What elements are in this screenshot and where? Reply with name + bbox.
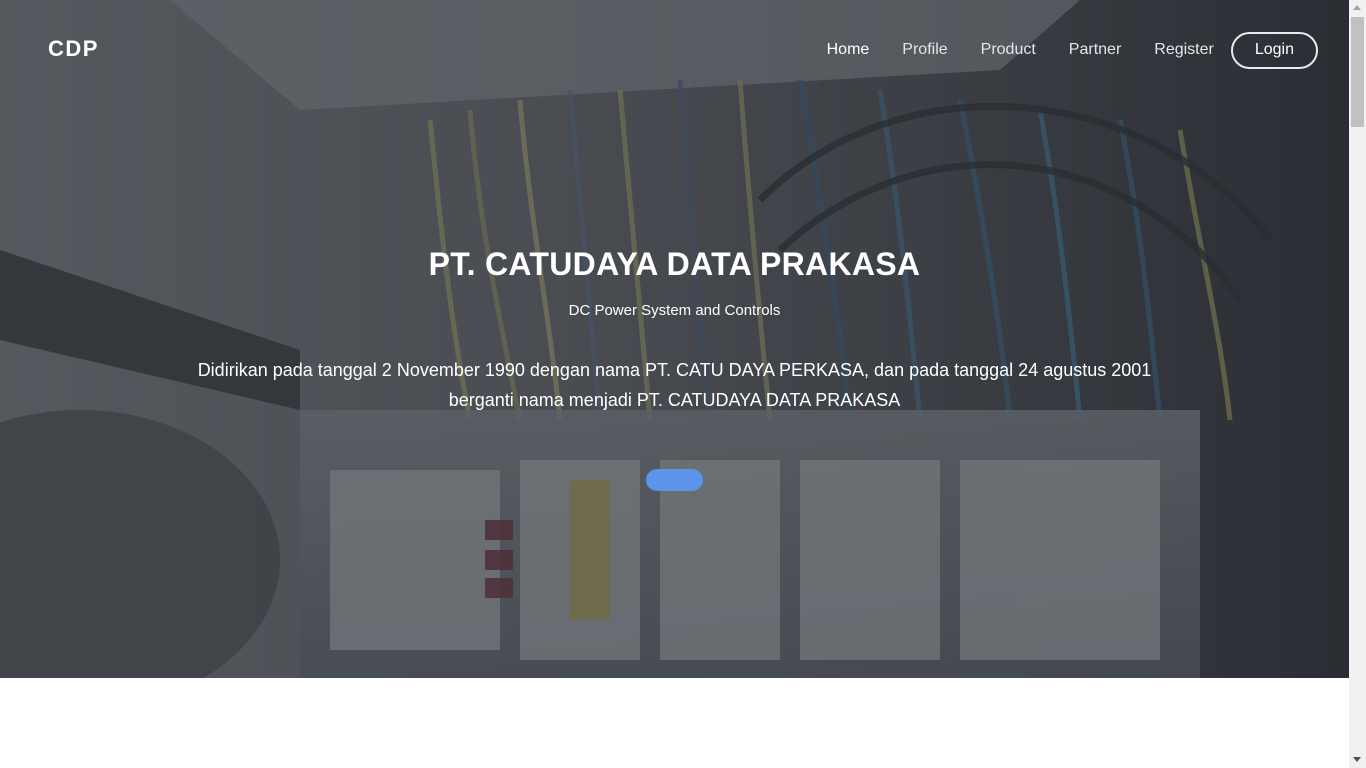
nav-partner-link[interactable]: Partner	[1069, 41, 1121, 59]
hero-cta-button[interactable]	[646, 469, 703, 491]
hero-title: PT. CATUDAYA DATA PRAKASA	[428, 246, 921, 282]
scroll-down-arrow-icon[interactable]	[1353, 757, 1361, 762]
scroll-thumb[interactable]	[1351, 17, 1364, 127]
page-scrollbar[interactable]	[1349, 0, 1366, 768]
main-nav: Home Profile Product Partner Register Lo…	[794, 31, 1318, 69]
hero-description: Didirikan pada tanggal 2 November 1990 d…	[197, 360, 1152, 410]
brand-logo[interactable]: CDP	[48, 36, 99, 62]
hero-subtitle: DC Power System and Controls	[568, 302, 781, 319]
nav-profile-link[interactable]: Profile	[902, 41, 947, 59]
nav-register-link[interactable]: Register	[1154, 41, 1214, 59]
scroll-up-arrow-icon[interactable]	[1353, 5, 1361, 10]
hero-overlay	[0, 0, 1349, 678]
hero-section: CDP Home Profile Product Partner Registe…	[0, 0, 1349, 678]
nav-home-link[interactable]: Home	[827, 41, 870, 59]
nav-product-link[interactable]: Product	[981, 41, 1036, 59]
login-button[interactable]: Login	[1230, 31, 1318, 69]
